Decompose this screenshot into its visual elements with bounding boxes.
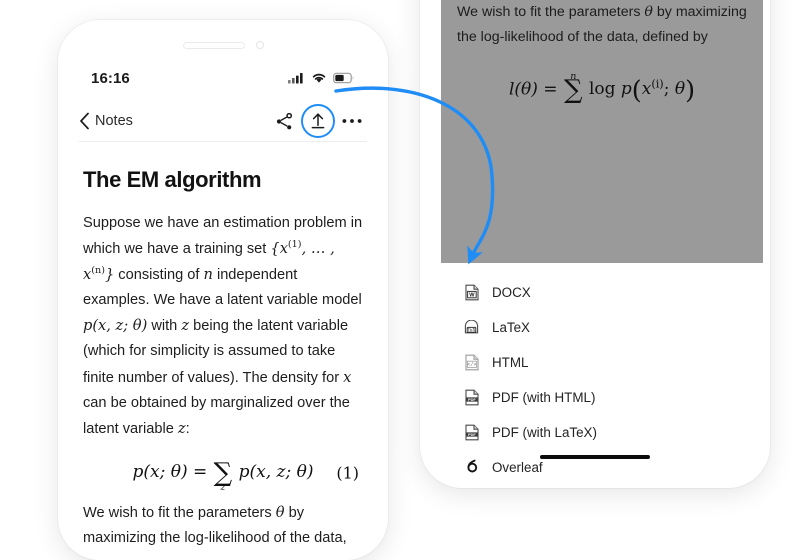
cellular-signal-icon — [288, 73, 303, 84]
eq1-rhs: p(x, z; θ) — [238, 461, 314, 482]
note-paragraph-1: Suppose we have an estimation problem in… — [83, 211, 363, 442]
left-phone-screen: 16:16 Notes The EM algorithm Suppose we … — [65, 27, 381, 553]
eq1-lhs: p(x; θ) = — [132, 461, 208, 482]
dim-eq2-lhs: l(θ) = — [508, 79, 558, 100]
export-button[interactable] — [301, 104, 335, 138]
eq1-tag: (1) — [336, 463, 359, 483]
dim-theta-symbol: θ — [644, 3, 653, 20]
dimmed-note-backdrop: a latent variable model p(x, z; θ) with … — [441, 0, 763, 263]
wifi-icon — [312, 73, 326, 83]
z-symbol: z — [181, 317, 190, 335]
docx-file-icon: W — [463, 284, 480, 301]
battery-icon — [333, 72, 354, 84]
chevron-left-icon — [80, 112, 89, 130]
export-option-html[interactable]: </> HTML — [441, 345, 763, 380]
front-camera-icon — [255, 41, 264, 49]
export-option-latex[interactable]: TeX LaTeX — [441, 310, 763, 345]
dimmed-paragraph-2: We wish to fit the parameters θ by maxim… — [457, 0, 747, 50]
model-symbol: p(x, z; θ) — [83, 317, 148, 335]
export-option-docx[interactable]: W DOCX — [441, 275, 763, 310]
export-option-pdf-html[interactable]: PDF PDF (with HTML) — [441, 380, 763, 415]
dim-eq2-sum-operator: n ∑ — [564, 72, 583, 104]
navbar-divider — [79, 141, 367, 142]
equation-1: p(x; θ) = ∑ z p(x, z; θ) (1) — [83, 460, 363, 492]
dimmed-equation-2: l(θ) = n ∑ log p(x(i); θ) — [457, 72, 747, 106]
right-phone-frame: a latent variable model p(x, z; θ) with … — [420, 0, 770, 488]
pdf-file-icon: PDF — [463, 424, 480, 441]
para2-text-a: We wish to fit the parameters — [83, 504, 276, 521]
svg-text:PDF: PDF — [468, 433, 476, 437]
para1-text-g: : — [185, 420, 190, 437]
back-button[interactable]: Notes — [79, 112, 133, 130]
note-navbar: Notes — [65, 101, 381, 141]
back-button-label: Notes — [95, 113, 133, 129]
export-option-label: DOCX — [492, 285, 531, 300]
more-horizontal-icon — [342, 119, 362, 123]
export-option-pdf-latex[interactable]: PDF PDF (with LaTeX) — [441, 415, 763, 450]
eq1-sum-operator: ∑ z — [214, 460, 233, 492]
share-icon — [276, 112, 292, 129]
para1-text-b: consisting of — [114, 267, 204, 284]
status-bar: 16:16 — [65, 67, 381, 89]
note-paragraph-2: We wish to fit the parameters θ by maxim… — [83, 500, 363, 553]
x-symbol: x — [343, 368, 352, 386]
dim-eq2-rhs: log p(x(i); θ) — [588, 75, 696, 106]
export-options-menu: W DOCX TeX LaTeX </> HTML PDF PDF (with … — [441, 263, 763, 481]
export-option-label: PDF (with LaTeX) — [492, 425, 597, 440]
status-bar-time: 16:16 — [91, 69, 130, 87]
left-phone-frame: 16:16 Notes The EM algorithm Suppose we … — [58, 20, 388, 560]
home-indicator[interactable] — [540, 455, 650, 459]
svg-text:TeX: TeX — [467, 328, 476, 333]
right-phone-screen: a latent variable model p(x, z; θ) with … — [427, 0, 763, 481]
overleaf-logo-icon — [463, 459, 480, 476]
para1-text-f: can be obtained by marginalized over the… — [83, 394, 350, 437]
export-option-label: Overleaf — [492, 460, 543, 475]
dim-para2-a: We wish to fit the parameters — [457, 3, 645, 20]
html-file-icon: </> — [463, 354, 480, 371]
theta-symbol: θ — [275, 503, 285, 521]
dim-eq2-upper-limit: n — [570, 70, 577, 82]
highlight-ring — [301, 104, 335, 138]
z-symbol-2: z — [177, 419, 186, 437]
export-option-label: LaTeX — [492, 320, 530, 335]
n-symbol: n — [203, 266, 213, 284]
pdf-file-icon: PDF — [463, 389, 480, 406]
share-button[interactable] — [273, 110, 295, 132]
phone-speaker-area — [65, 39, 381, 51]
navbar-actions — [273, 104, 363, 138]
earpiece-speaker — [182, 41, 245, 49]
eq1-lower-limit: z — [220, 481, 226, 493]
export-option-label: PDF (with HTML) — [492, 390, 596, 405]
svg-text:PDF: PDF — [468, 398, 476, 402]
note-content: The EM algorithm Suppose we have an esti… — [65, 151, 381, 553]
more-options-button[interactable] — [341, 110, 363, 132]
note-title: The EM algorithm — [83, 167, 262, 192]
svg-text:</>: </> — [467, 362, 476, 368]
export-option-label: HTML — [492, 355, 529, 370]
para1-text-d: with — [147, 318, 182, 335]
status-bar-icons — [288, 72, 355, 84]
latex-file-icon: TeX — [463, 319, 480, 336]
svg-text:W: W — [469, 293, 475, 299]
